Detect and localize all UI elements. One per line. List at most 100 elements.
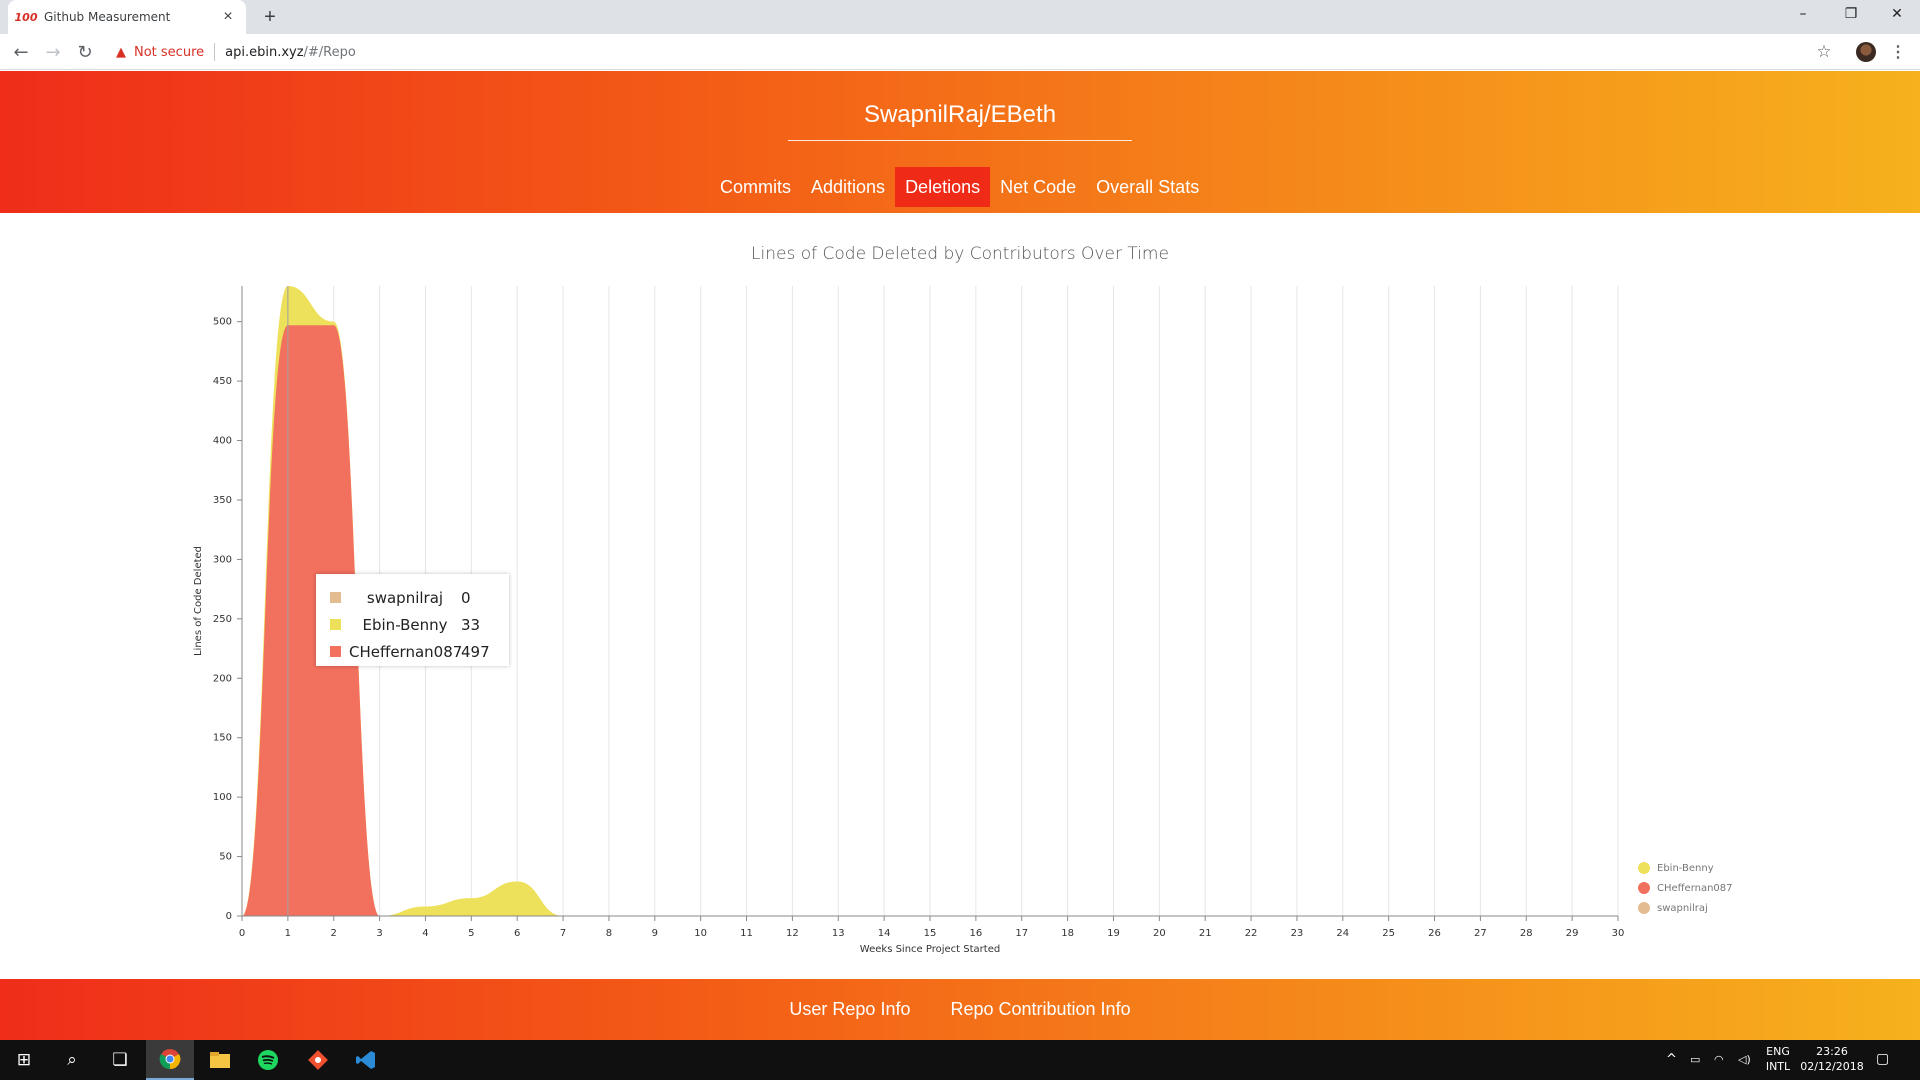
tooltip-series-name: CHeffernan087 [349, 642, 463, 661]
x-tick-label-18: 18 [1061, 928, 1074, 939]
menu-kebab-icon[interactable]: ⋮ [1886, 40, 1910, 64]
x-tick-label-17: 17 [1015, 928, 1028, 939]
repo-title: SwapnilRaj/EBeth [863, 101, 1057, 128]
x-tick-label-8: 8 [606, 928, 612, 939]
language-code: ENG [1766, 1045, 1790, 1058]
tooltip-swatch [330, 619, 341, 630]
x-tick-label-21: 21 [1199, 928, 1212, 939]
chart-tooltip: swapnilraj 0 Ebin-Benny 33 CHeffernan087 497 [316, 574, 509, 666]
nav-tab-commits[interactable]: Commits [710, 167, 801, 207]
legend-item[interactable]: swapnilraj [1638, 898, 1733, 918]
browser-toolbar: ← → ↻ ▲ Not secure api.ebin.xyz/#/Repo ☆… [0, 34, 1920, 70]
legend-dot [1638, 902, 1650, 914]
close-tab-icon[interactable]: × [220, 8, 236, 25]
browser-tab-strip: 100 Github Measurement × + – ❐ ✕ [0, 0, 1920, 34]
tooltip-swatch [330, 592, 341, 603]
browser-tab[interactable]: 100 Github Measurement × [8, 0, 246, 34]
x-tick-label-2: 2 [331, 928, 337, 939]
tooltip-series-value: 33 [461, 615, 481, 634]
nav-tab-deletions[interactable]: Deletions [895, 167, 991, 207]
clock[interactable]: 23:26 02/12/2018 [1798, 1044, 1866, 1074]
x-tick-label-5: 5 [468, 928, 474, 939]
windows-taskbar: ⊞ ⌕ ❏ ^ ▭ ◠ ◁) ENG INTL 23:26 02/12/2018… [0, 1040, 1920, 1080]
git-kraken-icon[interactable] [294, 1040, 342, 1080]
app-header: SwapnilRaj/EBeth Commits Additions Deletio… [0, 71, 1920, 213]
back-arrow-icon[interactable]: ← [9, 40, 33, 64]
language-indicator[interactable]: ENG INTL [1762, 1044, 1794, 1074]
app-footer: User Repo Info Repo Contribution Info [0, 979, 1920, 1040]
deletions-area-chart: 0501001502002503003504004505000 1 2 3 4 5 6 7 8 9… [193, 286, 1625, 955]
windows-start-icon[interactable]: ⊞ [0, 1040, 48, 1080]
file-explorer-icon[interactable] [196, 1040, 244, 1080]
tooltip-row: Ebin-Benny 33 [316, 611, 509, 638]
close-window-icon[interactable]: ✕ [1874, 0, 1920, 28]
x-tick-label-12: 12 [786, 928, 799, 939]
legend-item[interactable]: Ebin-Benny [1638, 858, 1733, 878]
new-tab-button[interactable]: + [258, 5, 282, 29]
search-icon[interactable]: ⌕ [48, 1040, 96, 1080]
restore-window-icon[interactable]: ❐ [1828, 0, 1874, 28]
tooltip-row: swapnilraj 0 [316, 584, 509, 611]
x-tick-label-10: 10 [694, 928, 707, 939]
legend-dot [1638, 862, 1650, 874]
x-tick-label-0: 0 [239, 928, 245, 939]
battery-icon[interactable]: ▭ [1690, 1052, 1700, 1067]
x-tick-label-23: 23 [1291, 928, 1304, 939]
tooltip-swatch [330, 646, 341, 657]
y-tick-label-0: 0 [226, 911, 232, 922]
reload-icon[interactable]: ↻ [73, 40, 97, 64]
y-tick-label-200: 200 [213, 673, 232, 684]
x-tick-label-1: 1 [285, 928, 291, 939]
minimize-window-icon[interactable]: – [1780, 0, 1826, 28]
task-view-icon[interactable]: ❏ [96, 1040, 144, 1080]
y-tick-label-50: 50 [219, 852, 232, 863]
chrome-icon[interactable] [146, 1040, 194, 1080]
x-tick-label-19: 19 [1107, 928, 1120, 939]
repo-contribution-info-link[interactable]: Repo Contribution Info [950, 999, 1130, 1020]
x-tick-label-7: 7 [560, 928, 566, 939]
x-tick-label-6: 6 [514, 928, 520, 939]
x-tick-label-30: 30 [1612, 928, 1625, 939]
url-host: api.ebin.xyz [225, 44, 304, 60]
notifications-icon[interactable]: ▢ [1876, 1052, 1889, 1067]
profile-avatar[interactable] [1856, 42, 1876, 62]
legend-item[interactable]: CHeffernan087 [1638, 878, 1733, 898]
volume-icon[interactable]: ◁) [1738, 1052, 1751, 1067]
x-tick-label-16: 16 [969, 928, 982, 939]
x-tick-label-25: 25 [1382, 928, 1395, 939]
x-tick-label-27: 27 [1474, 928, 1487, 939]
chart-title: Lines of Code Deleted by Contributors Ov… [751, 244, 1169, 264]
tab-title: Github Measurement [44, 10, 171, 24]
forward-arrow-icon[interactable]: → [41, 40, 65, 64]
address-bar[interactable]: ▲ Not secure api.ebin.xyz/#/Repo [104, 38, 1836, 66]
x-tick-label-26: 26 [1428, 928, 1441, 939]
keyboard-layout: INTL [1765, 1060, 1791, 1073]
vscode-icon[interactable] [342, 1040, 390, 1080]
spotify-icon[interactable] [244, 1040, 292, 1080]
x-tick-label-28: 28 [1520, 928, 1533, 939]
x-tick-label-24: 24 [1336, 928, 1349, 939]
hundred-emoji-icon: 100 [14, 10, 38, 24]
y-tick-label-250: 250 [213, 614, 232, 625]
wifi-icon[interactable]: ◠ [1714, 1052, 1724, 1067]
legend-dot [1638, 882, 1650, 894]
bookmark-star-icon[interactable]: ☆ [1812, 40, 1836, 64]
nav-tab-overall-stats[interactable]: Overall Stats [1086, 167, 1209, 207]
nav-tab-additions[interactable]: Additions [801, 167, 895, 207]
nav-tab-net-code[interactable]: Net Code [990, 167, 1086, 207]
tooltip-series-value: 0 [461, 588, 471, 607]
clock-date: 02/12/2018 [1800, 1060, 1864, 1073]
x-tick-label-22: 22 [1245, 928, 1258, 939]
tooltip-row: CHeffernan087 497 [316, 638, 509, 665]
y-tick-label-350: 350 [213, 495, 232, 506]
y-tick-label-450: 450 [213, 376, 232, 387]
show-hidden-icons-icon[interactable]: ^ [1666, 1052, 1677, 1067]
legend-label: CHeffernan087 [1657, 882, 1733, 894]
omnibox-divider [214, 43, 216, 61]
x-tick-label-20: 20 [1153, 928, 1166, 939]
x-tick-label-15: 15 [924, 928, 937, 939]
not-secure-label: Not secure [134, 44, 205, 60]
main-nav: Commits Additions Deletions Net Code Overall… [710, 167, 1209, 207]
x-tick-label-29: 29 [1566, 928, 1579, 939]
user-repo-info-link[interactable]: User Repo Info [789, 999, 910, 1020]
